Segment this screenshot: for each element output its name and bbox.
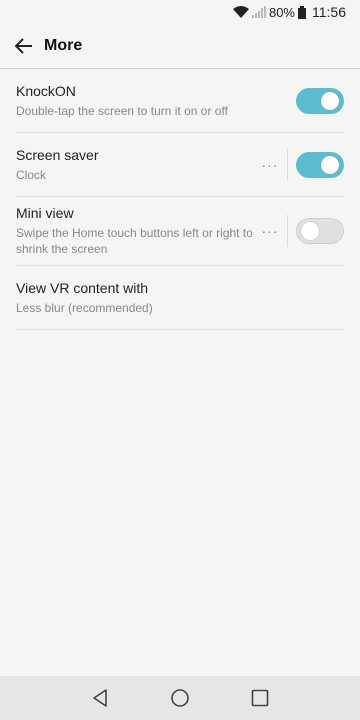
setting-label: Screen saver (16, 146, 99, 163)
setting-summary: Clock (16, 167, 47, 182)
status-icons: 80% (232, 4, 306, 20)
setting-text: KnockON Double-tap the screen to turn it… (16, 83, 296, 119)
setting-summary: Less blur (recommended) (16, 300, 153, 315)
knockon-toggle[interactable] (296, 87, 344, 114)
clock: 11:56 (312, 4, 346, 20)
screen-saver-toggle[interactable] (296, 151, 344, 178)
battery-percent: 80% (268, 4, 295, 20)
setting-knockon[interactable]: KnockON Double-tap the screen to turn it… (16, 69, 344, 133)
setting-summary: Swipe the Home touch buttons left or rig… (16, 226, 253, 256)
mini-view-toggle[interactable] (296, 218, 344, 244)
home-circle-icon[interactable] (160, 678, 200, 718)
setting-mini-view[interactable]: Mini view Swipe the Home touch buttons l… (16, 197, 344, 266)
toggle-knob (321, 91, 339, 110)
more-options-icon[interactable]: ··· (259, 157, 281, 173)
toggle-knob (301, 222, 319, 240)
setting-vr-content[interactable]: View VR content with Less blur (recommen… (16, 266, 344, 330)
back-arrow-icon[interactable] (12, 34, 36, 58)
setting-summary: Double-tap the screen to turn it on or o… (16, 103, 228, 118)
setting-label: KnockON (16, 82, 76, 99)
settings-list: KnockON Double-tap the screen to turn it… (0, 69, 360, 330)
setting-label: Mini view (16, 205, 74, 221)
setting-text: Screen saver Clock (16, 147, 259, 183)
recents-square-icon[interactable] (240, 678, 280, 718)
back-triangle-icon[interactable] (80, 678, 120, 718)
page-title: More (44, 37, 83, 54)
toggle-knob (321, 155, 339, 174)
battery-icon (298, 5, 306, 19)
setting-screen-saver[interactable]: Screen saver Clock ··· (16, 133, 344, 197)
signal-icon (251, 6, 266, 18)
more-options-icon[interactable]: ··· (259, 223, 281, 239)
divider (287, 148, 288, 181)
setting-label: View VR content with (16, 279, 149, 296)
setting-text: View VR content with Less blur (recommen… (16, 280, 344, 316)
wifi-icon (232, 6, 249, 18)
setting-text: Mini view Swipe the Home touch buttons l… (16, 205, 259, 257)
divider (287, 215, 288, 247)
navigation-bar (0, 676, 360, 720)
app-bar: More (0, 24, 360, 69)
status-bar: 80% 11:56 (0, 0, 360, 24)
